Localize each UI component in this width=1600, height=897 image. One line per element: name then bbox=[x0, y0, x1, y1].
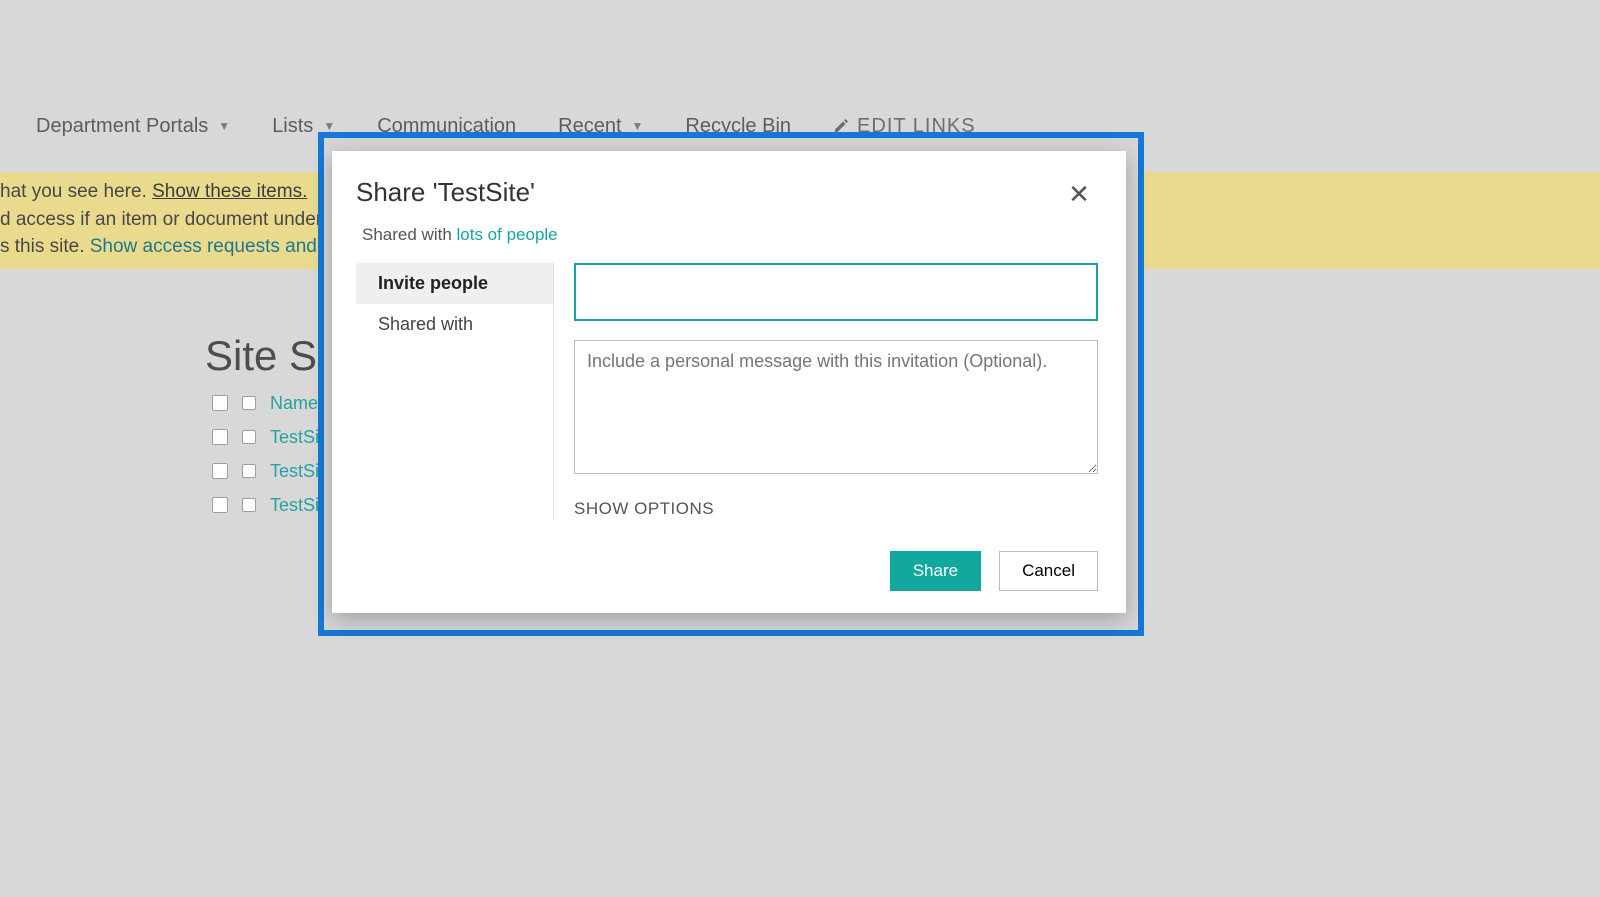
people-picker-input[interactable] bbox=[574, 263, 1098, 321]
shared-with-summary: Shared with lots of people bbox=[332, 221, 1126, 263]
close-icon: ✕ bbox=[1068, 179, 1090, 210]
close-button[interactable]: ✕ bbox=[1062, 177, 1096, 211]
share-dialog: Share 'TestSite' ✕ Shared with lots of p… bbox=[332, 151, 1126, 613]
shared-with-prefix: Shared with bbox=[362, 225, 457, 244]
message-input[interactable] bbox=[574, 340, 1098, 474]
show-options-toggle[interactable]: SHOW OPTIONS bbox=[574, 499, 1098, 519]
lots-of-people-link[interactable]: lots of people bbox=[457, 225, 558, 244]
cancel-button[interactable]: Cancel bbox=[999, 551, 1098, 591]
dialog-tabs: Invite people Shared with bbox=[356, 263, 554, 519]
dialog-title: Share 'TestSite' bbox=[356, 177, 535, 208]
tab-invite-people[interactable]: Invite people bbox=[356, 263, 553, 304]
tab-shared-with[interactable]: Shared with bbox=[356, 304, 553, 345]
share-button[interactable]: Share bbox=[890, 551, 981, 591]
